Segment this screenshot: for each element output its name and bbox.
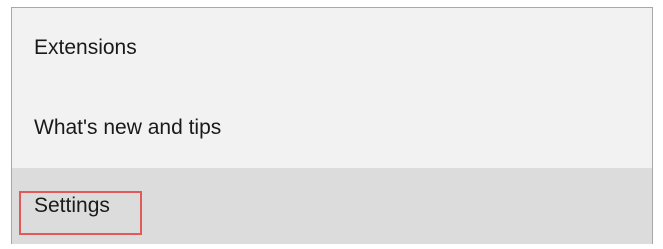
menu-item-label: Settings — [34, 194, 110, 217]
menu-item-extensions[interactable]: Extensions — [12, 8, 652, 88]
menu-item-settings[interactable]: Settings — [12, 168, 652, 244]
menu-item-whats-new-and-tips[interactable]: What's new and tips — [12, 88, 652, 168]
context-menu: Extensions What's new and tips Settings — [11, 7, 653, 244]
menu-item-label: Extensions — [34, 36, 137, 59]
menu-item-label: What's new and tips — [34, 116, 222, 139]
